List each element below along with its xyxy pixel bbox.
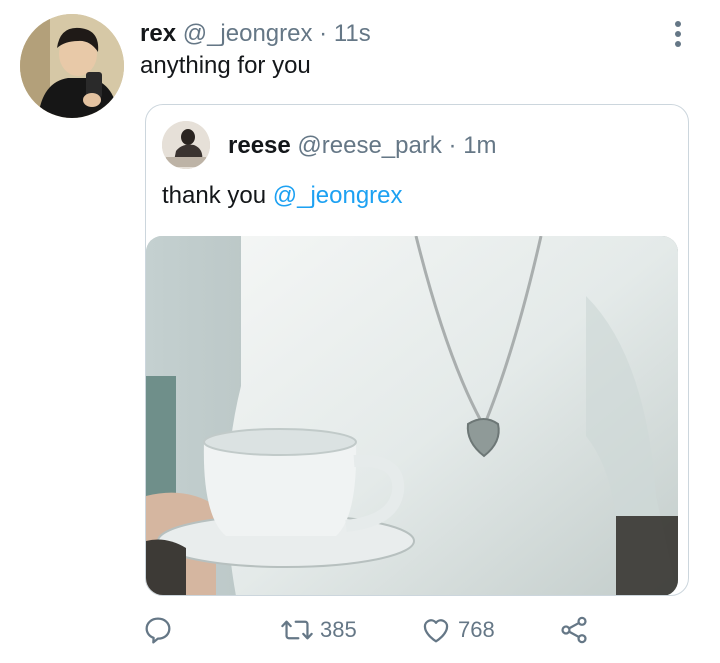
- quoted-tweet-timestamp[interactable]: 1m: [463, 132, 496, 159]
- separator-dot: ·: [448, 132, 457, 159]
- author-name[interactable]: rex: [140, 20, 176, 47]
- author-handle[interactable]: @_jeongrex: [183, 20, 313, 47]
- photo-image: [146, 236, 678, 595]
- quoted-author-handle[interactable]: @reese_park: [297, 132, 441, 159]
- share-icon: [561, 616, 587, 644]
- reply-icon: [145, 617, 171, 644]
- retweet-icon: [281, 620, 313, 640]
- reply-button[interactable]: [142, 614, 174, 646]
- share-button[interactable]: [558, 614, 590, 646]
- heart-icon: [423, 619, 449, 643]
- quoted-tweet-photo[interactable]: [146, 236, 678, 595]
- tweet-text: anything for you: [140, 52, 311, 79]
- retweet-count: 385: [320, 617, 357, 642]
- quoted-author-name[interactable]: reese: [228, 132, 291, 159]
- tweet-header: rex @_jeongrex · 11s: [140, 20, 371, 48]
- like-button[interactable]: 768: [420, 614, 495, 646]
- author-avatar[interactable]: [20, 14, 124, 118]
- quoted-tweet-header: reese @reese_park · 1m: [228, 132, 497, 160]
- quoted-author-avatar: [162, 121, 210, 169]
- mention-link[interactable]: @_jeongrex: [273, 182, 403, 209]
- tweet-action-bar: 385 768: [0, 606, 720, 656]
- retweet-button[interactable]: 385: [280, 614, 357, 646]
- quoted-tweet-text: thank you @_jeongrex: [162, 181, 403, 211]
- separator-dot: ·: [319, 20, 328, 47]
- quoted-tweet-card[interactable]: reese @reese_park · 1m thank you @_jeong…: [145, 104, 689, 596]
- tweet-timestamp[interactable]: 11s: [334, 20, 371, 47]
- more-vertical-icon: [664, 21, 692, 47]
- like-count: 768: [458, 617, 495, 642]
- more-options-button[interactable]: [664, 18, 692, 48]
- quoted-avatar-image: [162, 121, 210, 169]
- quoted-text-body: thank you: [162, 182, 267, 209]
- author-avatar-image: [20, 14, 124, 118]
